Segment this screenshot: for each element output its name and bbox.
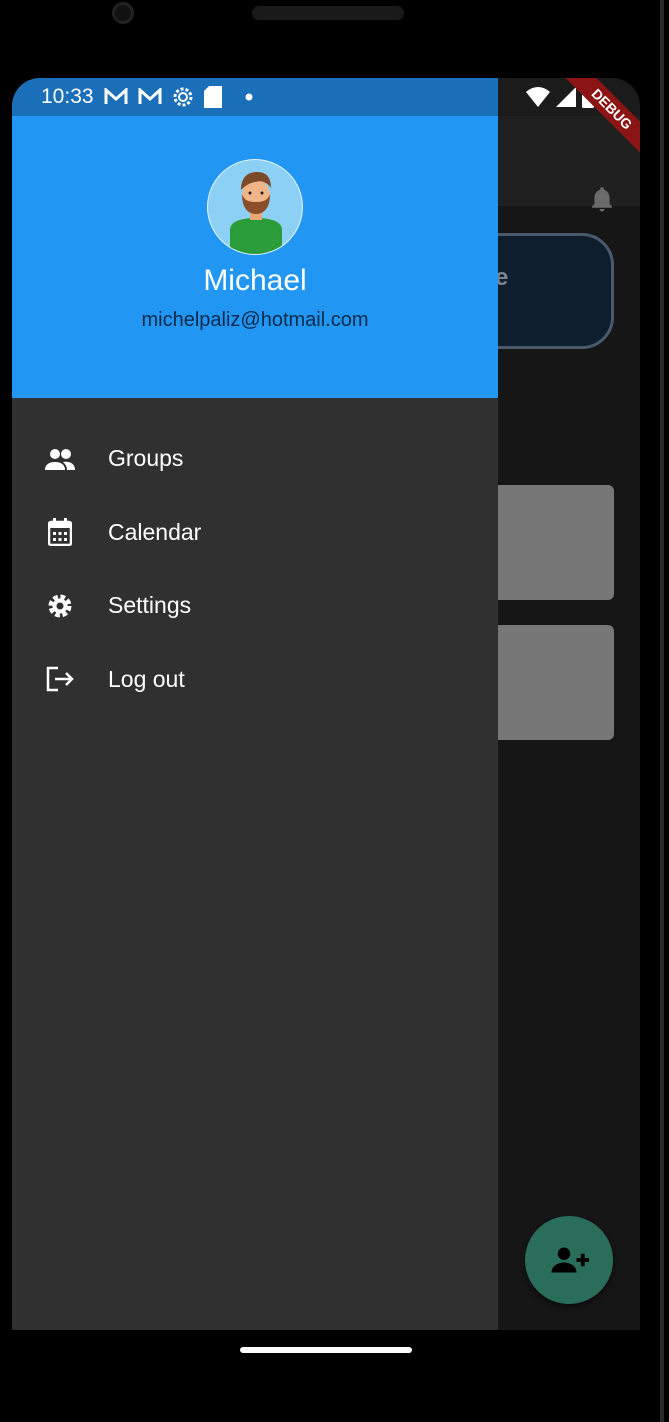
user-name: Michael	[203, 264, 307, 297]
gmail-icon	[104, 88, 128, 104]
screen: e DEBUG 10:33 Michael michelpaliz@hotmai…	[12, 78, 640, 1330]
gmail-icon	[138, 88, 162, 104]
drawer-item-label: Calendar	[108, 518, 202, 545]
settings-icon	[45, 591, 75, 621]
calendar-icon	[45, 517, 75, 547]
drawer-item-calendar[interactable]: Calendar	[12, 496, 498, 570]
groups-icon	[45, 444, 75, 474]
add-person-fab[interactable]	[525, 1216, 613, 1304]
settings-icon	[173, 87, 193, 107]
speaker-grille	[252, 6, 404, 20]
user-email: michelpaliz@hotmail.com	[141, 309, 369, 331]
wifi-icon	[526, 87, 550, 107]
signal-icon	[556, 87, 576, 107]
add-person-icon	[551, 1247, 589, 1273]
drawer-item-groups[interactable]: Groups	[12, 422, 498, 496]
drawer-header: Michael michelpaliz@hotmail.com	[12, 116, 498, 398]
device-frame-edge	[660, 0, 664, 1422]
dot-icon	[245, 93, 253, 101]
drawer-menu: Groups Calendar Settings Log out	[12, 422, 498, 716]
notification-bell-icon[interactable]	[587, 182, 617, 216]
drawer-item-label: Settings	[108, 592, 192, 619]
front-camera	[112, 2, 134, 24]
drawer-item-label: Log out	[108, 665, 185, 692]
drawer-item-label: Groups	[108, 445, 184, 472]
drawer-item-settings[interactable]: Settings	[12, 569, 498, 643]
home-gesture-bar[interactable]	[240, 1347, 412, 1353]
avatar[interactable]	[207, 159, 303, 255]
user-avatar-illustration	[230, 172, 282, 254]
drawer-item-logout[interactable]: Log out	[12, 643, 498, 717]
status-time: 10:33	[41, 85, 94, 108]
logout-icon	[45, 664, 75, 694]
sd-card-icon	[203, 86, 222, 108]
navigation-drawer: 10:33 Michael michelpaliz@hotmail.com Gr…	[12, 78, 498, 1330]
status-bar: 10:33	[12, 78, 498, 116]
